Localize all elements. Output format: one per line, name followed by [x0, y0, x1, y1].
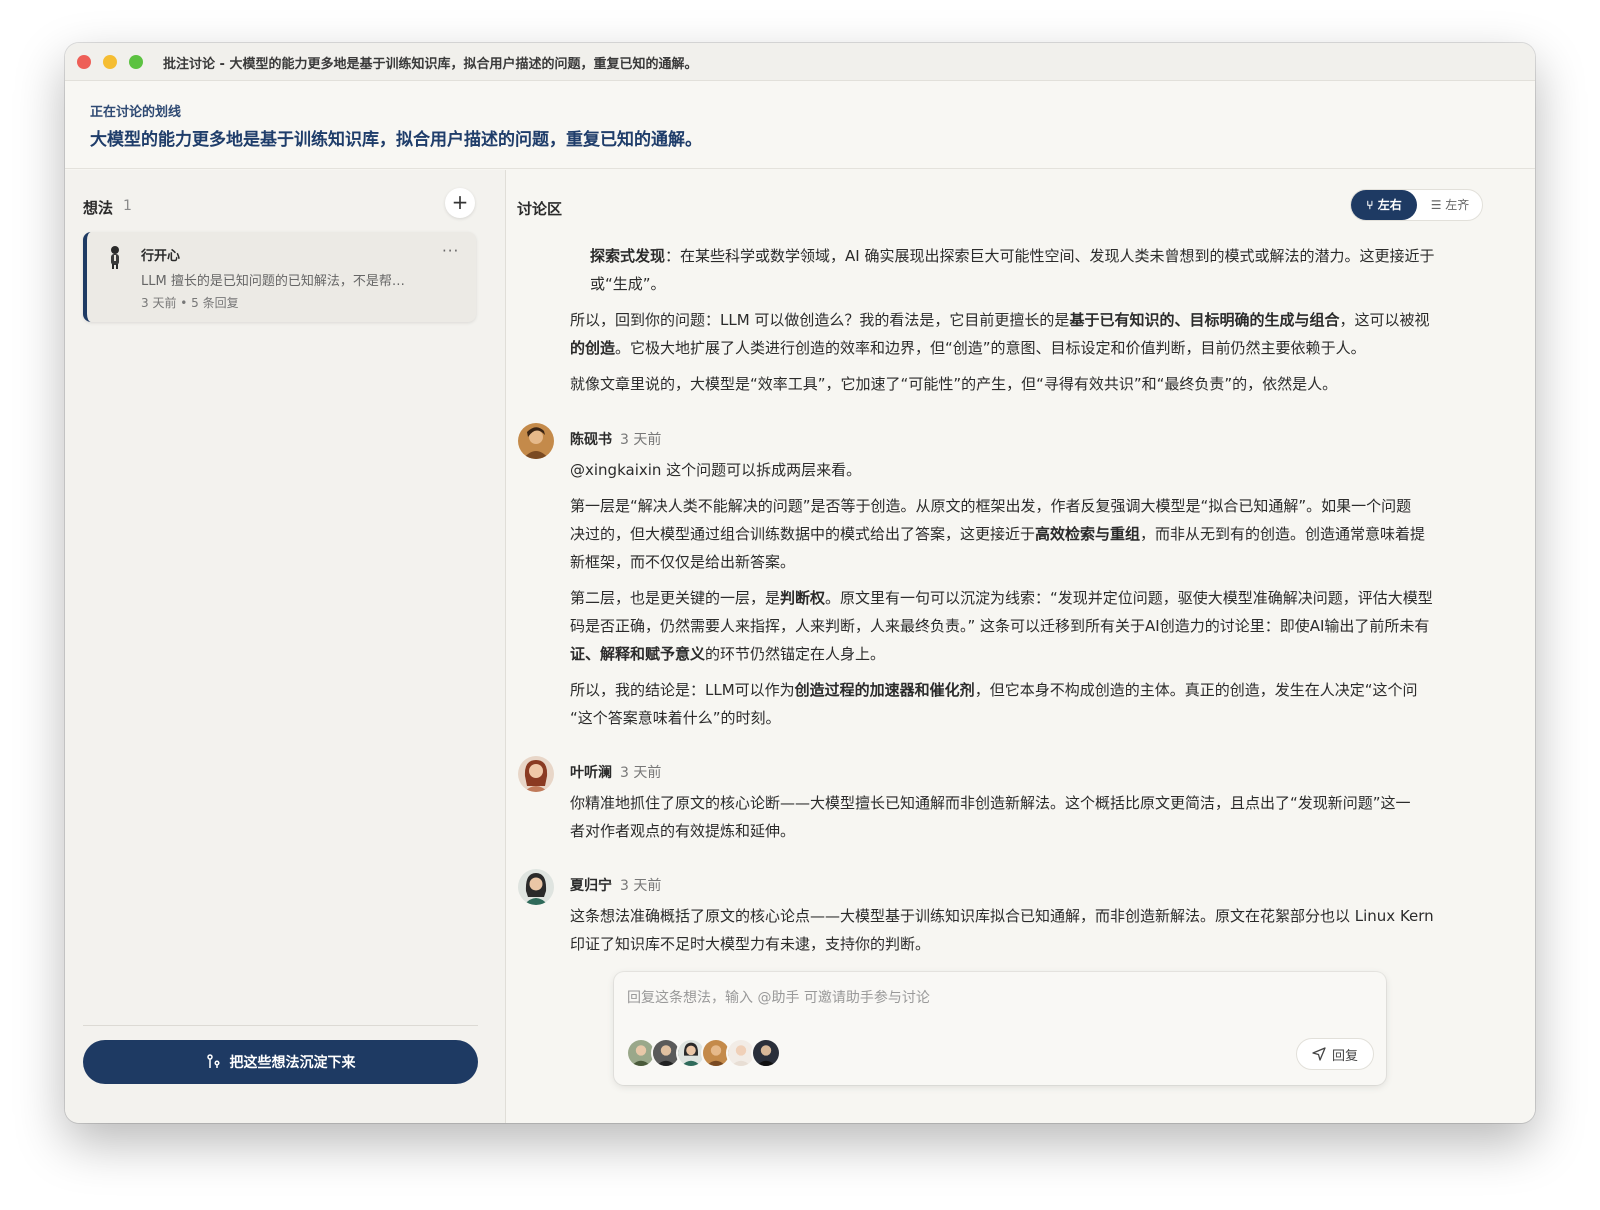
message-paragraph: 或“生成”。 [590, 275, 666, 293]
sediment-ideas-button[interactable]: 把这些想法沉淀下来 [83, 1040, 478, 1084]
branch-icon: ⑂ [1366, 198, 1378, 212]
message-paragraph: 就像文章里说的，大模型是“效率工具”，它加速了“可能性”的产生，但“寻得有效共识… [570, 375, 1338, 393]
highlight-label: 正在讨论的划线 [90, 105, 182, 120]
comment-author[interactable]: 夏归宁 [570, 878, 612, 894]
message-text: 。它极大地扩展了人类进行创造的效率和边界，但“创造”的意图、目标设定和价值判断，… [615, 339, 1366, 357]
avatar[interactable] [518, 423, 554, 459]
idea-meta: 3 天前 • 5 条回复 [141, 296, 239, 310]
close-window-button[interactable] [77, 55, 91, 69]
highlight-text: 大模型的能力更多地是基于训练知识库，拟合用户描述的问题，重复已知的通解。 [90, 130, 702, 150]
comment-time: 3 天前 [620, 432, 662, 448]
comment-text: 证、解释和赋予意义的环节仍然锚定在人身上。 [570, 640, 1488, 668]
sediment-button-label: 把这些想法沉淀下来 [229, 1055, 356, 1071]
bold-text: 高效检索与重组 [1035, 525, 1141, 543]
comment-text: 新框架，而不仅仅是给出新答案。 [570, 553, 796, 571]
idea-author: 行开心 [141, 249, 181, 264]
comment-time: 3 天前 [620, 878, 662, 894]
author-avatar-icon [111, 246, 119, 269]
comment-text: 你精准地抓住了原文的核心论断——大模型擅长已知通解而非创造新解法。这个概括比原文… [570, 794, 1411, 812]
layout-option-left-right[interactable]: ⑂ 左右 [1351, 190, 1417, 220]
assistant-avatar[interactable] [751, 1038, 781, 1068]
comment-text: 的环节仍然锚定在人身上。 [705, 645, 886, 663]
comment-text: 码是否正确，仍然需要人来指挥，人来判断，人来最终负责。” 这条可以迁移到所有关于… [570, 617, 1430, 635]
message-text: ：在某些科学或数学领域，AI 确实展现出探索巨大可能性空间、发现人类未曾想到的模… [665, 247, 1435, 265]
reply-button[interactable]: 回复 [1296, 1038, 1374, 1070]
comment-text: 决过的，但大模型通过组合训练数据中的模式给出了答案，这更接近于高效检索与重组，而… [570, 520, 1488, 548]
add-idea-button[interactable]: + [445, 188, 475, 218]
comment-author[interactable]: 陈砚书 [570, 432, 612, 448]
comment-header: 陈砚书 3 天前 [570, 429, 661, 449]
scrolled-text-remnant [590, 222, 1090, 230]
bold-text: 的创造 [570, 339, 616, 357]
comment-text: 第二层，也是更关键的一层，是判断权。原文里有一句可以沉淀为线索：“发现并定位问题… [570, 584, 1488, 612]
idea-snippet: LLM 擅长的是已知问题的已知解法，不是帮… [141, 274, 405, 289]
comment-text: “这个答案意味着什么”的时刻。 [570, 709, 781, 727]
highlight-section: 正在讨论的划线 大模型的能力更多地是基于训练知识库，拟合用户描述的问题，重复已知… [65, 81, 1535, 169]
comment-time: 3 天前 [620, 765, 662, 781]
message-paragraph: 的创造。它极大地扩展了人类进行创造的效率和边界，但“创造”的意图、目标设定和价值… [570, 334, 1488, 362]
bold-text: 证、解释和赋予意义 [570, 645, 706, 663]
titlebar: 批注讨论 - 大模型的能力更多地是基于训练知识库，拟合用户描述的问题，重复已知的… [65, 43, 1535, 81]
ideas-title: 想法 [83, 199, 114, 217]
bold-text: 判断权 [780, 589, 826, 607]
comment-text: 第二层，也是更关键的一层，是 [570, 589, 781, 607]
comment-header: 夏归宁 3 天前 [570, 875, 661, 895]
idea-card[interactable]: 行开心 ··· LLM 擅长的是已知问题的已知解法，不是帮… 3 天前 • 5 … [83, 232, 476, 322]
discussion-title: 讨论区 [517, 200, 563, 218]
avatar[interactable] [518, 869, 554, 905]
comment-header: 叶听澜 3 天前 [570, 762, 661, 782]
ideas-count: 1 [123, 198, 132, 214]
branch-icon [206, 1054, 220, 1068]
comment-text: 者对作者观点的有效提炼和延伸。 [570, 822, 796, 840]
bold-text: 创造过程的加速器和催化剂 [794, 681, 975, 699]
align-left-icon: ☰ [1430, 198, 1446, 212]
toggle-label: 左齐 [1445, 198, 1470, 212]
comment-text: ，而非从无到有的创造。创造通常意味着提 [1140, 525, 1426, 543]
avatar[interactable] [518, 756, 554, 792]
reply-composer: 回复这条想法，输入 @助手 可邀请助手参与讨论 回复 [614, 972, 1386, 1085]
comment-text: @xingkaixin 这个问题可以拆成两层来看。 [570, 461, 862, 479]
assistant-avatars [626, 1038, 796, 1070]
comment-text: 这条想法准确概括了原文的核心论点——大模型基于训练知识库拟合已知通解，而非创造新… [570, 907, 1434, 925]
message-paragraph: 探索式发现：在某些科学或数学领域，AI 确实展现出探索巨大可能性空间、发现人类未… [590, 242, 1488, 270]
discussion-area: 探索式发现：在某些科学或数学领域，AI 确实展现出探索巨大可能性空间、发现人类未… [507, 170, 1535, 1123]
comment-text: 印证了知识库不足时大模型力有未逮，支持你的判断。 [570, 935, 931, 953]
reply-input[interactable]: 回复这条想法，输入 @助手 可邀请助手参与讨论 [627, 987, 930, 1007]
message-text: ，这可以被视 [1339, 311, 1430, 329]
comment-text: 所以，我的结论是：LLM可以作为 [570, 681, 795, 699]
bold-text: 探索式发现 [590, 247, 666, 265]
minimize-window-button[interactable] [103, 55, 117, 69]
sidebar-divider [83, 1025, 478, 1026]
bold-text: 基于已有知识的、目标明确的生成与组合 [1069, 311, 1340, 329]
comment-text: 决过的，但大模型通过组合训练数据中的模式给出了答案，这更接近于 [570, 525, 1036, 543]
comment-text: 所以，我的结论是：LLM可以作为创造过程的加速器和催化剂，但它本身不构成创造的主… [570, 676, 1488, 704]
message-text: 所以，回到你的问题：LLM 可以做创造么？我的看法是，它目前更擅长的是 [570, 311, 1070, 329]
layout-option-left-align[interactable]: ☰ 左齐 [1419, 190, 1481, 220]
comment-text: ，但它本身不构成创造的主体。真正的创造，发生在人决定“这个问 [974, 681, 1418, 699]
app-window: 批注讨论 - 大模型的能力更多地是基于训练知识库，拟合用户描述的问题，重复已知的… [65, 43, 1535, 1123]
ideas-sidebar: 想法 1 + 行开心 ··· LLM 擅长的是已知问题的已知解法，不是帮… 3 … [65, 170, 506, 1123]
toggle-label: 左右 [1377, 198, 1402, 212]
reply-button-label: 回复 [1331, 1048, 1358, 1064]
more-options-icon[interactable]: ··· [442, 242, 459, 260]
send-icon [1312, 1047, 1326, 1061]
message-paragraph: 所以，回到你的问题：LLM 可以做创造么？我的看法是，它目前更擅长的是基于已有知… [570, 306, 1488, 334]
comment-author[interactable]: 叶听澜 [570, 765, 612, 781]
comment-text: 。原文里有一句可以沉淀为线索：“发现并定位问题，驱使大模型准确解决问题，评估大模… [825, 589, 1433, 607]
comment-text: 第一层是“解决人类不能解决的问题”是否等于创造。从原文的框架出发，作者反复强调大… [570, 497, 1412, 515]
layout-toggle: ⑂ 左右 ☰ 左齐 [1350, 189, 1483, 221]
window-title: 批注讨论 - 大模型的能力更多地是基于训练知识库，拟合用户描述的问题，重复已知的… [163, 57, 698, 72]
zoom-window-button[interactable] [129, 55, 143, 69]
